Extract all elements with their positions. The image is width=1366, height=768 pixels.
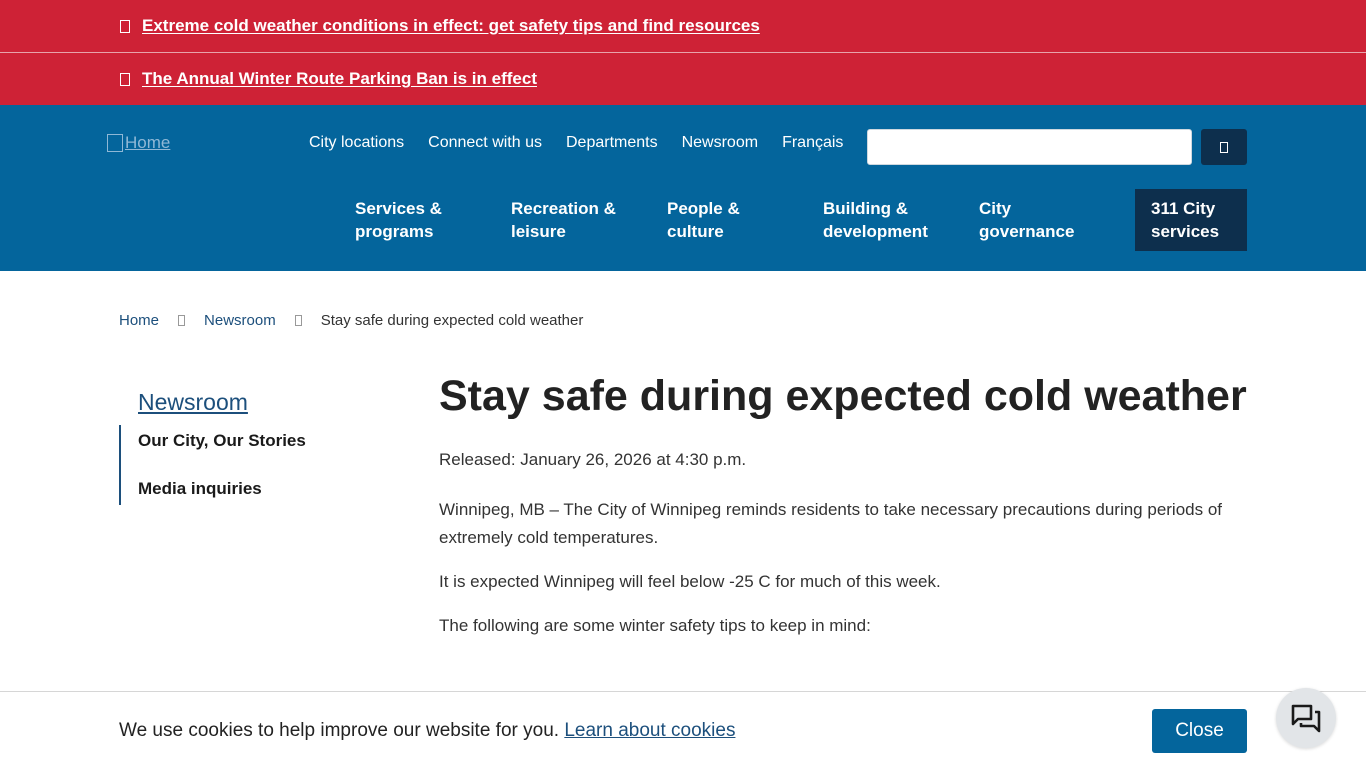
sidebar-item-our-city-stories[interactable]: Our City, Our Stories xyxy=(138,429,306,453)
cta-label-line: services xyxy=(1151,222,1220,241)
nav-label-line: Recreation & xyxy=(511,199,616,218)
sidebar-item-media-inquiries[interactable]: Media inquiries xyxy=(138,477,306,501)
nav-label-line: culture xyxy=(667,222,724,241)
warning-icon xyxy=(120,19,130,33)
nav-label-line: programs xyxy=(355,222,434,241)
utility-nav: City locations Connect with us Departmen… xyxy=(309,133,843,153)
main-nav: Services & programs Recreation & leisure… xyxy=(355,197,1135,243)
release-date: Released: January 26, 2026 at 4:30 p.m. xyxy=(439,450,747,469)
alert-link-parking-ban[interactable]: The Annual Winter Route Parking Ban is i… xyxy=(142,69,537,89)
nav-label-line: governance xyxy=(979,222,1075,241)
site-header: Home City locations Connect with us Depa… xyxy=(0,105,1366,271)
broken-image-icon xyxy=(107,134,123,152)
cookie-message: We use cookies to help improve our websi… xyxy=(119,720,735,742)
utility-link-newsroom[interactable]: Newsroom xyxy=(682,133,758,153)
warning-icon xyxy=(120,72,130,86)
home-logo[interactable]: Home xyxy=(107,133,170,153)
utility-link-city-locations[interactable]: City locations xyxy=(309,133,404,153)
chat-button[interactable] xyxy=(1276,688,1336,748)
chevron-right-icon xyxy=(294,315,302,326)
cookie-message-text: We use cookies to help improve our websi… xyxy=(119,720,560,741)
cta-label-line: 311 City xyxy=(1151,199,1216,218)
breadcrumb: Home Newsroom Stay safe during expected … xyxy=(119,312,583,329)
alert-link-cold-weather[interactable]: Extreme cold weather conditions in effec… xyxy=(142,16,760,36)
search-button[interactable] xyxy=(1201,129,1247,165)
chat-icon xyxy=(1291,704,1321,733)
article-paragraph: Winnipeg, MB – The City of Winnipeg remi… xyxy=(439,500,1223,547)
sidebar-list: Our City, Our Stories Media inquiries xyxy=(119,425,306,505)
chevron-right-icon xyxy=(178,315,186,326)
alert-banner-cold-weather: Extreme cold weather conditions in effec… xyxy=(0,0,1366,52)
logo-alt-text: Home xyxy=(125,133,171,152)
page-title: Stay safe during expected cold weather xyxy=(439,372,1247,420)
nav-label-line: City xyxy=(979,199,1012,218)
311-city-services-button[interactable]: 311 City services xyxy=(1135,189,1247,251)
learn-about-cookies-link[interactable]: Learn about cookies xyxy=(564,720,735,741)
nav-people-culture[interactable]: People & culture xyxy=(667,197,823,243)
article-paragraph: The following are some winter safety tip… xyxy=(439,616,871,635)
search-input[interactable] xyxy=(867,129,1192,165)
breadcrumb-current: Stay safe during expected cold weather xyxy=(320,312,584,329)
breadcrumb-home[interactable]: Home xyxy=(119,312,159,329)
breadcrumb-newsroom[interactable]: Newsroom xyxy=(204,312,276,329)
cookie-close-button[interactable]: Close xyxy=(1152,709,1247,753)
nav-services-programs[interactable]: Services & programs xyxy=(355,197,511,243)
nav-label-line: development xyxy=(823,222,928,241)
cookie-banner: We use cookies to help improve our websi… xyxy=(0,691,1366,768)
nav-building-development[interactable]: Building & development xyxy=(823,197,979,243)
article-paragraph: It is expected Winnipeg will feel below … xyxy=(439,572,941,591)
nav-city-governance[interactable]: City governance xyxy=(979,197,1135,243)
nav-label-line: Building & xyxy=(823,199,908,218)
sidebar-title-newsroom[interactable]: Newsroom xyxy=(119,388,306,416)
utility-link-departments[interactable]: Departments xyxy=(566,133,658,153)
article-content: Stay safe during expected cold weather R… xyxy=(439,370,1249,640)
search-icon xyxy=(1220,141,1228,153)
utility-link-connect[interactable]: Connect with us xyxy=(428,133,542,153)
nav-recreation-leisure[interactable]: Recreation & leisure xyxy=(511,197,667,243)
utility-link-francais[interactable]: Français xyxy=(782,133,843,153)
section-sidebar: Newsroom Our City, Our Stories Media inq… xyxy=(119,388,306,505)
nav-label-line: Services & xyxy=(355,199,442,218)
nav-label-line: People & xyxy=(667,199,740,218)
alert-banner-parking-ban: The Annual Winter Route Parking Ban is i… xyxy=(0,52,1366,105)
nav-label-line: leisure xyxy=(511,222,566,241)
